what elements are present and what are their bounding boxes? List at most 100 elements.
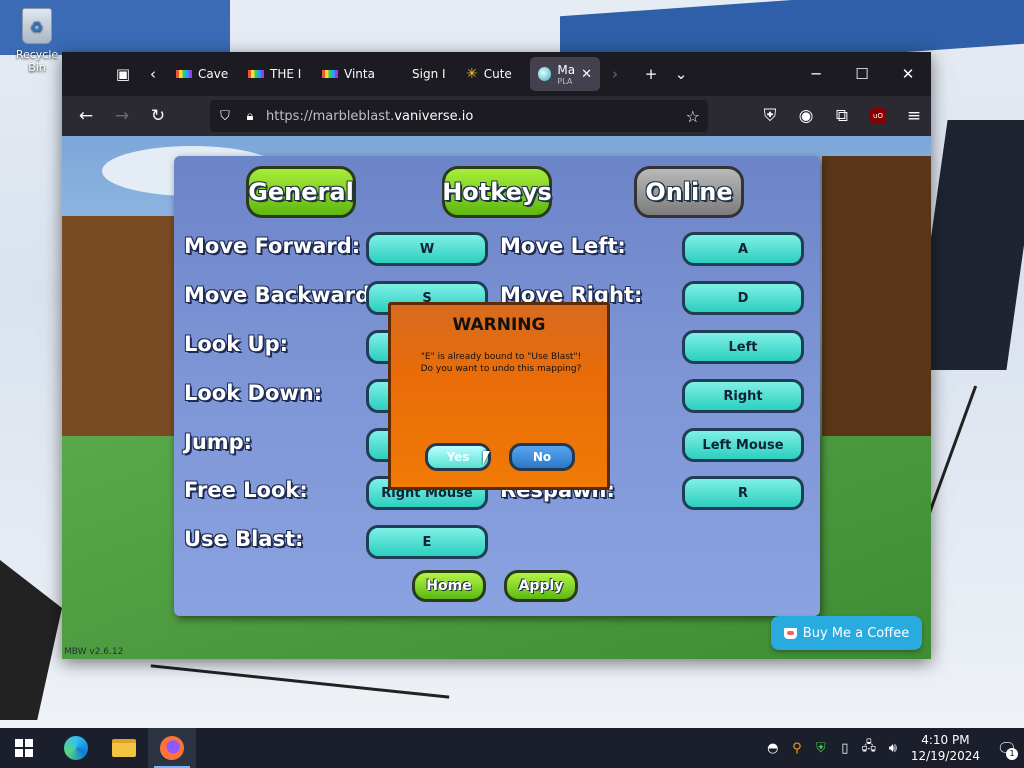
- marble-favicon-icon: [538, 67, 552, 81]
- scroll-tabs-right-icon[interactable]: ›: [600, 59, 630, 89]
- tab-the[interactable]: THE I: [240, 57, 314, 91]
- tab-sublabel: PLA: [557, 76, 573, 86]
- key-move-left[interactable]: A: [682, 232, 804, 266]
- wallpaper-shape: [0, 560, 62, 720]
- recycle-bin-label: Recycle Bin: [15, 48, 59, 74]
- list-all-tabs-icon[interactable]: ⌄: [666, 59, 696, 89]
- pocket-icon[interactable]: ⛨: [752, 100, 788, 132]
- key-right-col-3[interactable]: Left: [682, 330, 804, 364]
- network-icon[interactable]: 🖧︎: [857, 737, 881, 759]
- coffee-button-label: Buy Me a Coffee: [802, 625, 910, 641]
- notification-badge: 1: [1006, 748, 1018, 760]
- key-right-col-5[interactable]: Left Mouse: [682, 428, 804, 462]
- dialog-message: "E" is already bound to "Use Blast"! Do …: [401, 351, 601, 375]
- start-button[interactable]: [0, 728, 48, 768]
- dialog-message-line2: Do you want to undo this mapping?: [420, 364, 582, 374]
- search-key-icon[interactable]: ⚲: [785, 741, 809, 756]
- new-tab-icon[interactable]: +: [636, 59, 666, 89]
- bookmark-star-icon[interactable]: ☆: [686, 107, 700, 126]
- rainbow-favicon-icon: [248, 70, 264, 78]
- label-look-up: Look Up:: [184, 332, 288, 356]
- tab-sign[interactable]: Sign I: [386, 57, 458, 91]
- clock-time: 4:10 PM: [921, 733, 970, 747]
- label-move-forward: Move Forward:: [184, 234, 361, 258]
- tab-label: Vinta: [344, 67, 375, 81]
- tab-vinta[interactable]: Vinta: [314, 57, 386, 91]
- tab-online[interactable]: Online: [634, 166, 744, 218]
- game-version: MBW v2.6.12: [64, 647, 124, 657]
- walmart-spark-icon: ✳: [466, 66, 478, 82]
- mouse-pointer-icon: [483, 451, 490, 465]
- discord-icon[interactable]: ◓: [761, 741, 785, 756]
- tab-label: Ma: [557, 62, 576, 77]
- back-arrow-icon[interactable]: ←: [68, 100, 104, 132]
- edge-icon: [64, 736, 88, 760]
- clock-date: 12/19/2024: [910, 749, 980, 763]
- label-move-left: Move Left:: [500, 234, 626, 258]
- label-move-backward: Move Backward:: [184, 283, 379, 307]
- recycle-bin-icon: [22, 8, 52, 44]
- label-look-down: Look Down:: [184, 381, 323, 405]
- scroll-tabs-left-icon[interactable]: ‹: [138, 59, 168, 89]
- forward-arrow-icon[interactable]: →: [104, 100, 140, 132]
- scenery-block: [62, 216, 182, 436]
- clock[interactable]: 4:10 PM 12/19/2024: [911, 732, 980, 764]
- tab-label: Cute: [483, 67, 512, 81]
- url-prefix: https://marbleblast.: [266, 108, 395, 124]
- usb-icon[interactable]: ▯: [833, 741, 857, 756]
- tab-label: Sign I: [412, 67, 446, 81]
- security-shield-icon[interactable]: ⛨: [809, 741, 833, 756]
- reload-icon[interactable]: ↻: [140, 100, 176, 132]
- key-move-forward[interactable]: W: [366, 232, 488, 266]
- url-domain: vaniverse.io: [394, 108, 474, 124]
- recycle-bin-desktop-icon[interactable]: Recycle Bin: [6, 8, 68, 74]
- url-text[interactable]: https://marbleblast.vaniverse.io: [266, 109, 473, 124]
- dialog-no-button[interactable]: No: [509, 443, 575, 471]
- notification-center-icon[interactable]: 🗨︎ 1: [990, 728, 1024, 768]
- close-window-icon[interactable]: ✕: [885, 52, 931, 96]
- tab-hotkeys[interactable]: Hotkeys: [442, 166, 552, 218]
- dialog-yes-button[interactable]: Yes: [425, 443, 491, 471]
- system-tray: ◓ ⚲ ⛨ ▯ 🖧︎ 🔊︎ 4:10 PM 12/19/2024 🗨︎ 1: [761, 728, 1024, 768]
- rainbow-favicon-icon: [322, 70, 338, 78]
- taskbar-firefox[interactable]: [148, 728, 196, 768]
- tab-cave[interactable]: Cave: [168, 57, 240, 91]
- tab-overview-icon[interactable]: ▣: [108, 59, 138, 89]
- apply-button[interactable]: Apply: [504, 570, 578, 602]
- minimize-icon[interactable]: ─: [793, 52, 839, 96]
- home-button[interactable]: Home: [412, 570, 486, 602]
- key-move-right[interactable]: D: [682, 281, 804, 315]
- tab-marble-blast-active[interactable]: Ma PLA ✕: [530, 57, 600, 91]
- extensions-icon[interactable]: ⧉: [824, 100, 860, 132]
- tab-label: THE I: [270, 67, 302, 81]
- taskbar-edge[interactable]: [52, 728, 100, 768]
- key-respawn[interactable]: R: [682, 476, 804, 510]
- label-jump: Jump:: [184, 430, 253, 454]
- buy-me-a-coffee-button[interactable]: Buy Me a Coffee: [771, 616, 922, 650]
- wallpaper-shape: [150, 664, 450, 699]
- options-panel: General Hotkeys Online Move Forward: Mov…: [174, 156, 820, 616]
- windows-logo-icon: [15, 739, 33, 757]
- menu-hamburger-icon[interactable]: ≡: [896, 100, 932, 132]
- close-tab-icon[interactable]: ✕: [581, 67, 592, 82]
- game-canvas[interactable]: General Hotkeys Online Move Forward: Mov…: [62, 136, 931, 659]
- tab-label: Cave: [198, 67, 229, 81]
- tab-general[interactable]: General: [246, 166, 356, 218]
- taskbar-file-explorer[interactable]: [100, 728, 148, 768]
- dialog-message-line1: "E" is already bound to "Use Blast"!: [420, 352, 582, 362]
- label-free-look: Free Look:: [184, 478, 308, 502]
- ublock-origin-icon[interactable]: uO: [860, 100, 896, 132]
- firefox-window: ▣ ‹ Cave THE I Vinta Sign I ✳ Cute Ma PL…: [62, 52, 931, 659]
- key-right-col-4[interactable]: Right: [682, 379, 804, 413]
- shield-icon[interactable]: ⛉: [210, 109, 240, 124]
- maximize-icon[interactable]: ☐: [839, 52, 885, 96]
- account-icon[interactable]: ◉: [788, 100, 824, 132]
- lock-icon[interactable]: 🔒︎: [240, 109, 260, 124]
- tab-cute[interactable]: ✳ Cute: [458, 57, 530, 91]
- url-bar[interactable]: ⛉ 🔒︎ https://marbleblast.vaniverse.io ☆: [210, 100, 708, 132]
- tab-bar: ▣ ‹ Cave THE I Vinta Sign I ✳ Cute Ma PL…: [62, 52, 931, 96]
- key-use-blast[interactable]: E: [366, 525, 488, 559]
- dialog-title: WARNING: [452, 315, 546, 335]
- volume-icon[interactable]: 🔊︎: [881, 741, 905, 756]
- rainbow-favicon-icon: [176, 70, 192, 78]
